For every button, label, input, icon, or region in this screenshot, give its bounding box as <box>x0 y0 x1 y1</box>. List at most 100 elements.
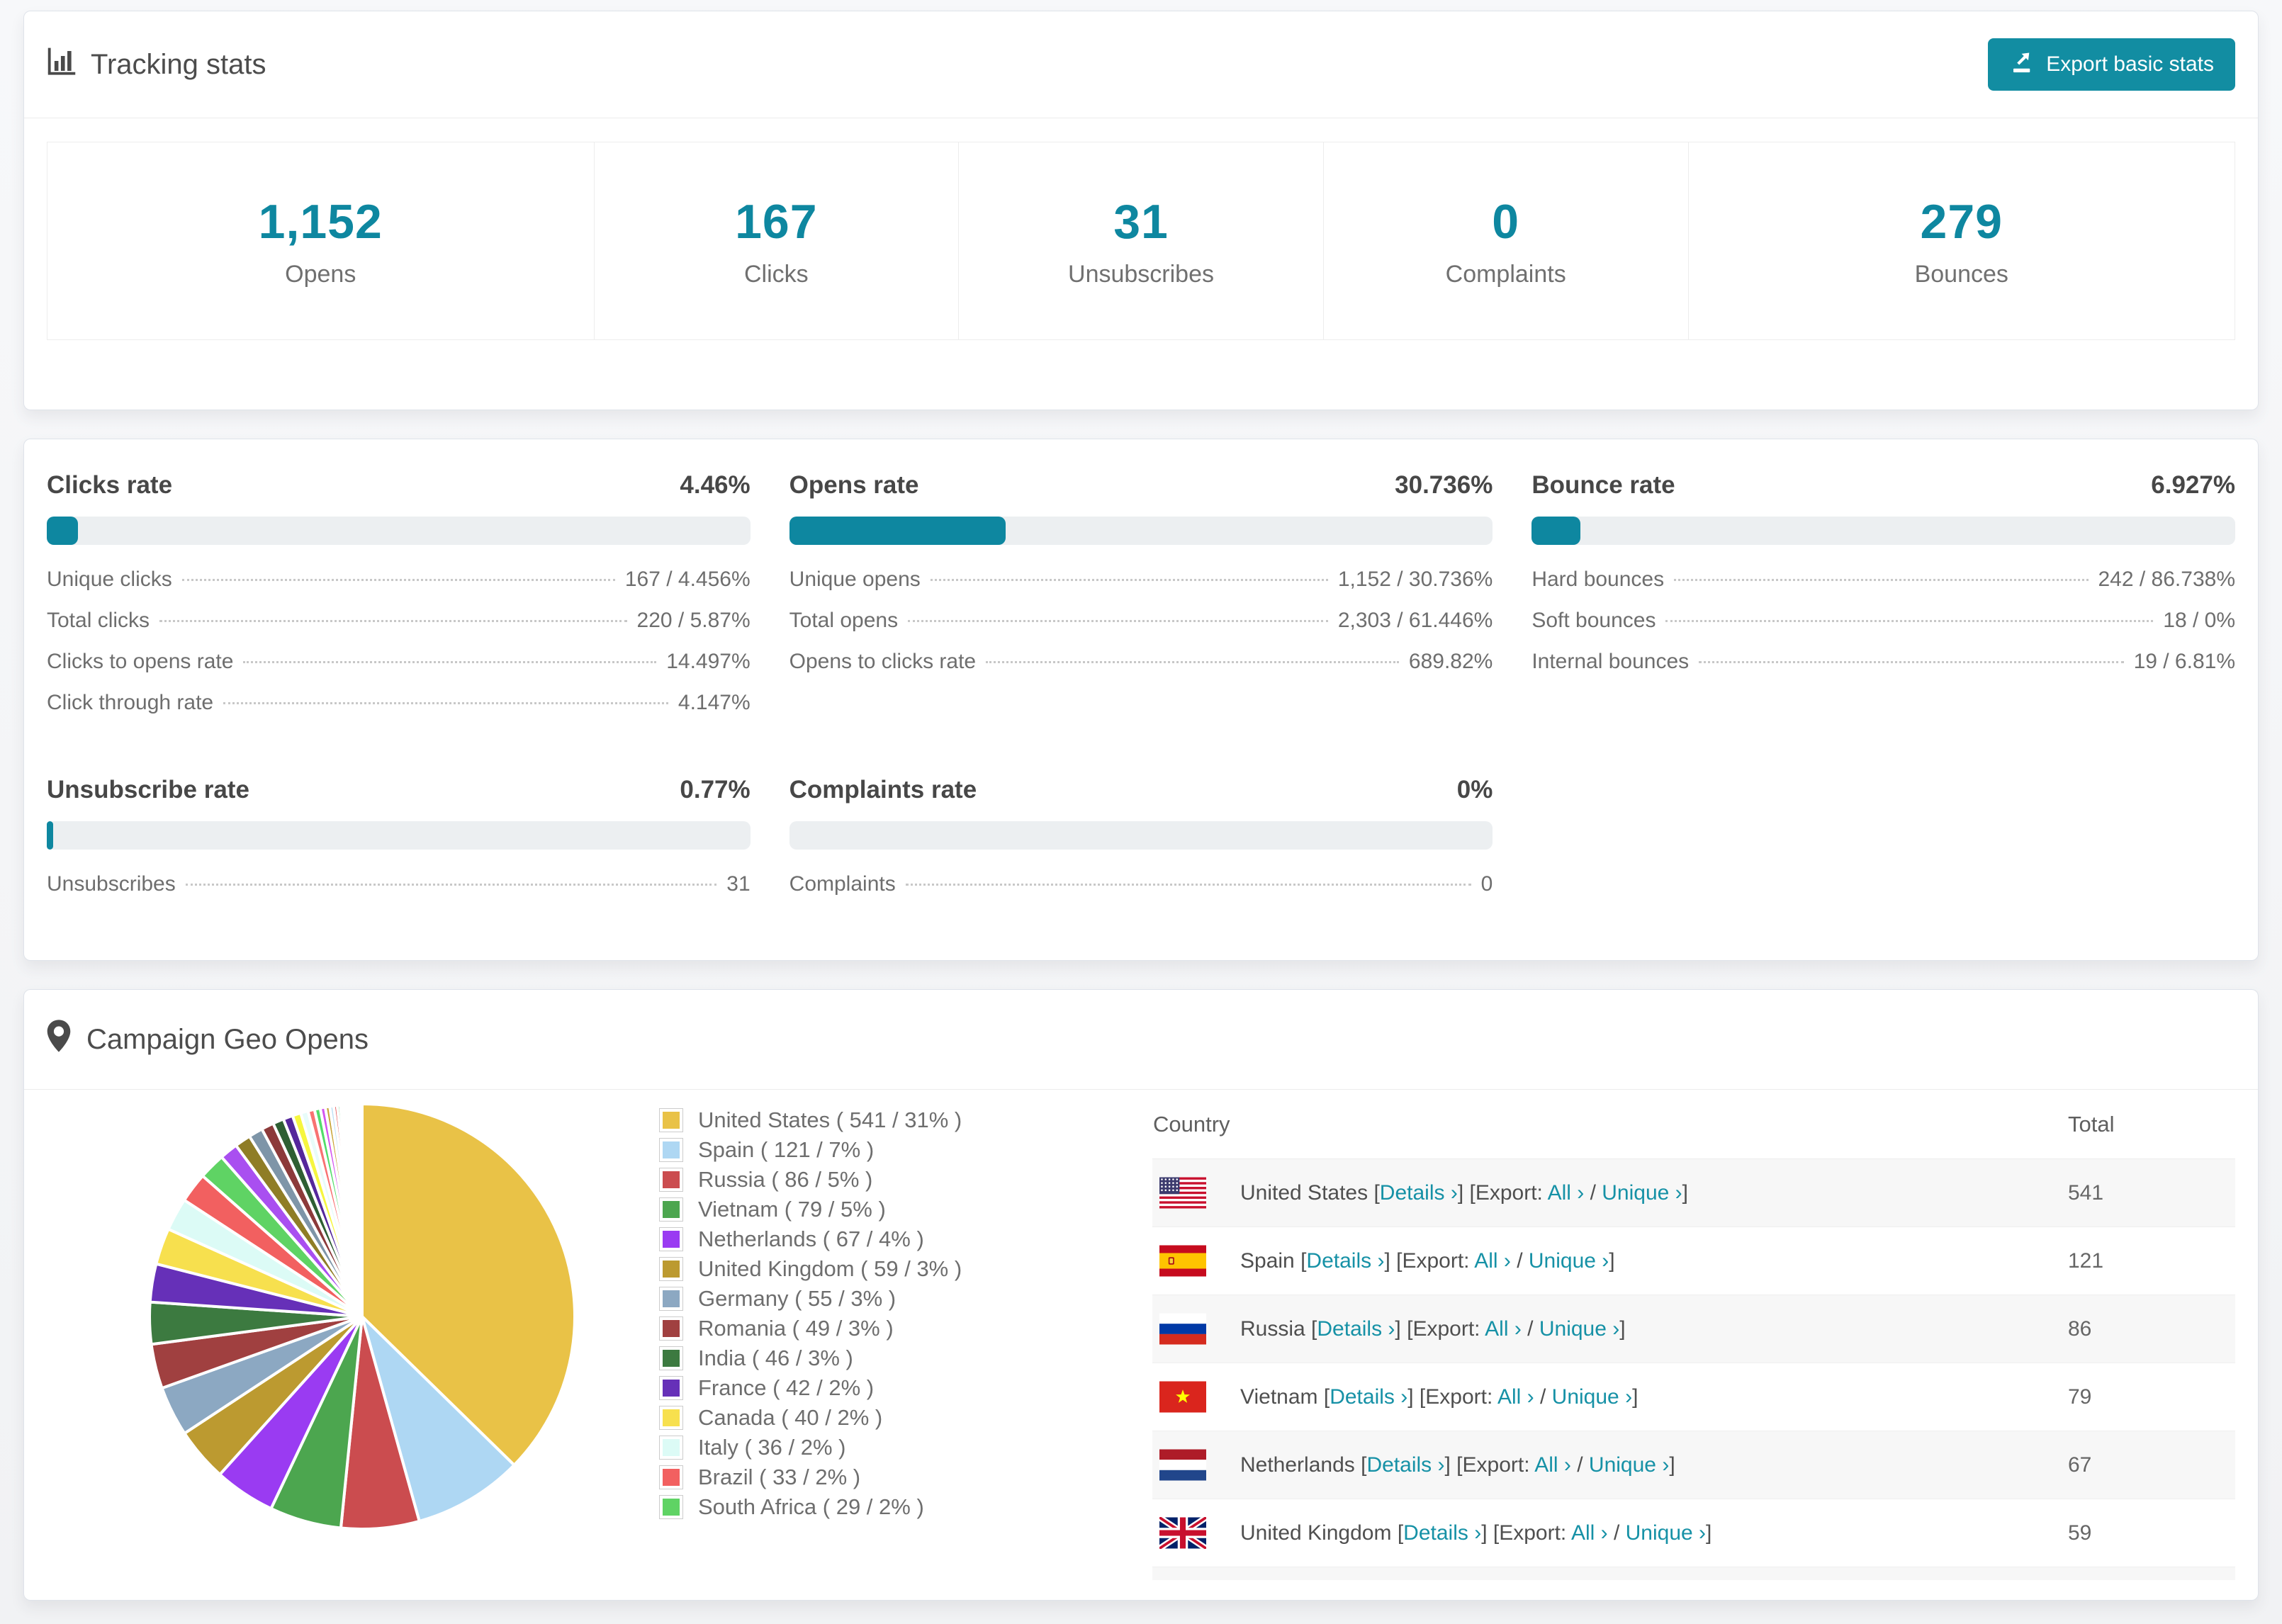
legend-item-united-kingdom: United Kingdom ( 59 / 3% ) <box>660 1254 1057 1284</box>
legend-swatch <box>660 1258 682 1280</box>
export-unique-link-united-states[interactable]: Unique › <box>1602 1181 1682 1205</box>
rate-head: Unsubscribe rate 0.77% <box>47 776 751 806</box>
bracket: ] <box>1609 1248 1615 1273</box>
rate-block-unsubscribe: Unsubscribe rate 0.77% Unsubscribes 31 <box>47 776 751 913</box>
stat-row-internal-bounces: Internal bounces 19 / 6.81% <box>1531 650 2235 691</box>
rates-card: Clicks rate 4.46% Unique clicks 167 / 4.… <box>23 439 2259 961</box>
stat-row-value: 31 <box>726 872 751 896</box>
rate-rows: Unique clicks 167 / 4.456% Total clicks … <box>47 568 751 732</box>
export-all-link-russia[interactable]: All › <box>1485 1317 1522 1341</box>
summary-value: 279 <box>1920 194 2003 249</box>
slash: / <box>1570 1453 1589 1477</box>
export-unique-link-russia[interactable]: Unique › <box>1539 1317 1619 1341</box>
export-all-link-spain[interactable]: All › <box>1474 1249 1511 1273</box>
rate-head: Clicks rate 4.46% <box>47 471 751 501</box>
rate-head: Bounce rate 6.927% <box>1531 471 2235 501</box>
stat-row-label: Unique clicks <box>47 568 172 591</box>
flag-cell <box>1152 1499 1240 1567</box>
flag-cell <box>1152 1567 1240 1580</box>
stat-row-total-opens: Total opens 2,303 / 61.446% <box>789 609 1493 650</box>
details-link-united-states[interactable]: Details › <box>1380 1181 1458 1205</box>
geo-row-germany: Germany [Details ›] [Export: All › / Uni… <box>1152 1567 2235 1580</box>
summary-box-unsubscribes: 31 Unsubscribes <box>958 142 1324 340</box>
rate-title: Unsubscribe rate <box>47 776 249 803</box>
legend-swatch <box>660 1436 682 1459</box>
legend-swatch <box>660 1317 682 1340</box>
rate-progress-track <box>47 517 751 545</box>
stat-row-value: 2,303 / 61.446% <box>1337 609 1493 632</box>
details-link-russia[interactable]: Details › <box>1317 1317 1395 1341</box>
geo-pie-legend: United States ( 541 / 31% ) Spain ( 121 … <box>660 1105 1057 1522</box>
legend-swatch <box>660 1109 682 1132</box>
export-all-link-netherlands[interactable]: All › <box>1534 1453 1571 1477</box>
export-basic-stats-button[interactable]: Export basic stats <box>1988 38 2235 91</box>
summary-value: 1,152 <box>258 194 383 249</box>
export-icon <box>2009 49 2035 80</box>
legend-swatch <box>660 1228 682 1251</box>
total-cell: 67 <box>2067 1431 2235 1499</box>
export-unique-link-united-kingdom[interactable]: Unique › <box>1626 1521 1706 1545</box>
legend-label: India ( 46 / 3% ) <box>698 1346 853 1370</box>
campaign-geo-opens-header: Campaign Geo Opens <box>24 990 2258 1090</box>
bracket: ] <box>1444 1453 1451 1477</box>
slash: / <box>1534 1385 1552 1409</box>
stat-row-unique-clicks: Unique clicks 167 / 4.456% <box>47 568 751 609</box>
geo-opens-pie-chart <box>148 1102 576 1530</box>
legend-label: Spain ( 121 / 7% ) <box>698 1137 875 1162</box>
legend-item-russia: Russia ( 86 / 5% ) <box>660 1165 1057 1195</box>
stat-row-value: 689.82% <box>1408 650 1493 673</box>
stat-row-label: Total opens <box>789 609 899 632</box>
country-cell: Russia [Details ›] [Export: All › / Uniq… <box>1240 1295 2067 1363</box>
legend-item-romania: Romania ( 49 / 3% ) <box>660 1314 1057 1343</box>
export-all-link-united-kingdom[interactable]: All › <box>1571 1521 1608 1545</box>
slash: / <box>1510 1248 1529 1273</box>
legend-label: Romania ( 49 / 3% ) <box>698 1316 894 1341</box>
legend-label: South Africa ( 29 / 2% ) <box>698 1494 924 1519</box>
rate-rows: Unsubscribes 31 <box>47 872 751 913</box>
details-link-spain[interactable]: Details › <box>1306 1249 1384 1273</box>
export-unique-link-vietnam[interactable]: Unique › <box>1552 1385 1632 1409</box>
details-link-vietnam[interactable]: Details › <box>1330 1385 1407 1409</box>
flag-cell <box>1152 1431 1240 1499</box>
legend-item-vietnam: Vietnam ( 79 / 5% ) <box>660 1195 1057 1224</box>
legend-item-germany: Germany ( 55 / 3% ) <box>660 1284 1057 1314</box>
stat-row-value: 220 / 5.87% <box>636 609 751 632</box>
country-name: Vietnam <box>1240 1385 1318 1409</box>
details-link-united-kingdom[interactable]: Details › <box>1403 1521 1481 1545</box>
summary-label: Opens <box>285 260 356 288</box>
stat-row-unique-opens: Unique opens 1,152 / 30.736% <box>789 568 1493 609</box>
dotted-leader <box>930 579 1328 581</box>
stat-row-click-through-rate: Click through rate 4.147% <box>47 691 751 732</box>
legend-label: France ( 42 / 2% ) <box>698 1375 875 1400</box>
flag-gb-icon <box>1159 1517 1239 1549</box>
export-label: [Export: <box>1396 1248 1470 1273</box>
details-link-netherlands[interactable]: Details › <box>1366 1453 1444 1477</box>
map-pin-icon <box>47 1020 71 1059</box>
stat-row-opens-to-clicks-rate: Opens to clicks rate 689.82% <box>789 650 1493 691</box>
stat-row-value: 167 / 4.456% <box>624 568 751 591</box>
stat-row-label: Soft bounces <box>1531 609 1656 632</box>
dotted-leader <box>1674 579 2089 581</box>
export-all-link-united-states[interactable]: All › <box>1548 1181 1585 1205</box>
geo-pie-wrap <box>142 1097 582 1540</box>
total-cell: 55 <box>2067 1567 2235 1580</box>
country-cell: Spain [Details ›] [Export: All › / Uniqu… <box>1240 1227 2067 1295</box>
export-all-link-vietnam[interactable]: All › <box>1497 1385 1534 1409</box>
legend-label: United States ( 541 / 31% ) <box>698 1107 962 1132</box>
legend-label: Canada ( 40 / 2% ) <box>698 1405 883 1430</box>
stat-row-label: Unsubscribes <box>47 872 176 896</box>
bracket: ] <box>1669 1453 1675 1477</box>
bracket: ] <box>1395 1316 1401 1341</box>
bracket: ] <box>1682 1180 1689 1205</box>
legend-label: Germany ( 55 / 3% ) <box>698 1286 896 1311</box>
legend-swatch <box>660 1377 682 1399</box>
legend-item-united-states: United States ( 541 / 31% ) <box>660 1105 1057 1135</box>
legend-swatch <box>660 1406 682 1429</box>
export-unique-link-spain[interactable]: Unique › <box>1529 1249 1609 1273</box>
geo-row-spain: Spain [Details ›] [Export: All › / Uniqu… <box>1152 1227 2235 1295</box>
stat-row-value: 1,152 / 30.736% <box>1337 568 1493 591</box>
bracket: [ <box>1373 1180 1380 1205</box>
legend-swatch <box>660 1168 682 1191</box>
dotted-leader <box>1699 661 2124 663</box>
export-unique-link-netherlands[interactable]: Unique › <box>1589 1453 1669 1477</box>
